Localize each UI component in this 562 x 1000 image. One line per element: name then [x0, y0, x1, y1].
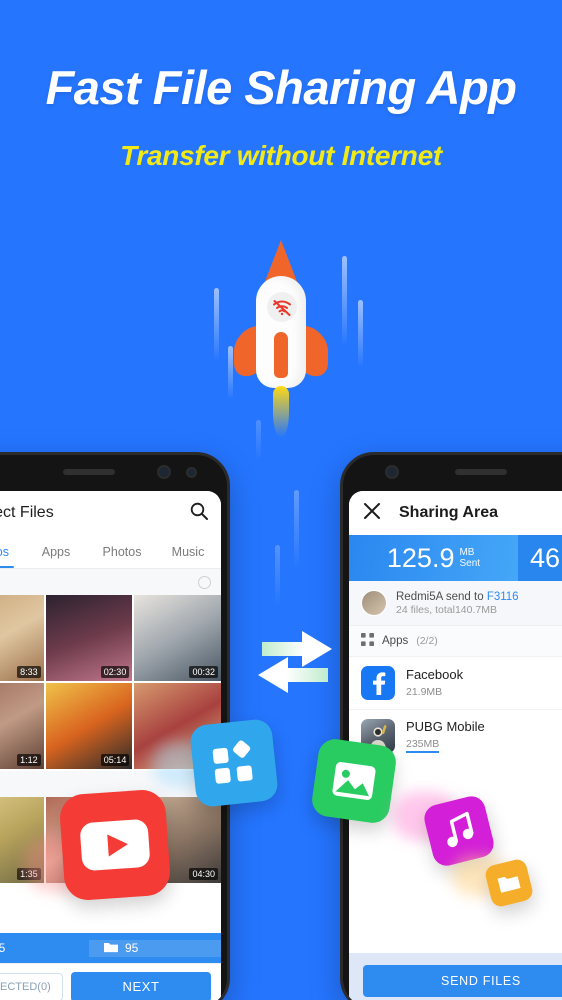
earpiece-speaker [455, 469, 507, 475]
video-duration: 04:30 [189, 868, 218, 880]
page-subtitle: Transfer without Internet [120, 140, 442, 171]
tab-apps[interactable]: Apps [23, 535, 89, 568]
phone-notch [343, 455, 562, 491]
rocket-illustration [231, 240, 331, 438]
peer-line-1: Redmi5A send to F3116 [396, 591, 519, 603]
peer-receiver: F3116 [486, 590, 519, 603]
right-screen-title: Sharing Area [399, 504, 498, 521]
iris-sensor [186, 467, 197, 478]
left-counter-bar: 95 95 [0, 933, 221, 963]
tab-photos[interactable]: Photos [89, 535, 155, 568]
stat-sent: 125.9 MB Sent [349, 535, 518, 581]
tab-music[interactable]: Music [155, 535, 221, 568]
video-section-header-1 [0, 569, 221, 595]
counter-files: 95 [89, 939, 221, 957]
close-icon[interactable] [363, 502, 381, 525]
folder-icon [103, 940, 119, 957]
speed-line [358, 300, 363, 366]
peer-text: Redmi5A send to F3116 24 files, total140… [396, 591, 519, 616]
app-size: 21.9MB [406, 685, 443, 698]
two-way-arrows-icon [252, 620, 338, 706]
app-name: PUBG Mobile [406, 719, 485, 734]
stat-sent-unit: MB Sent [459, 547, 480, 570]
avatar [361, 590, 387, 616]
video-grid-row-1: 8:33 02:30 00:32 [0, 595, 221, 681]
list-item[interactable]: Facebook 21.9MB [349, 656, 562, 709]
send-files-button[interactable]: SEND FILES [363, 965, 562, 997]
video-thumb[interactable]: 8:33 [0, 595, 44, 681]
peer-connector: send to [445, 590, 484, 603]
phone-notch [0, 455, 227, 491]
peer-sender: Redmi5A [396, 590, 443, 603]
right-bottom-bar: SEND FILES [349, 953, 562, 1000]
rocket-center-fin [274, 332, 288, 378]
counter-duration: 95 [0, 939, 89, 957]
stat-secondary: 46 [517, 535, 562, 581]
section-select-all-checkbox-1[interactable] [198, 575, 211, 589]
stat-sent-unit-line1: MB [459, 546, 475, 558]
left-screen-title: Select Files [0, 504, 54, 521]
left-appbar: Select Files [0, 491, 221, 535]
no-wifi-icon [267, 292, 297, 322]
speed-line [214, 288, 219, 360]
speed-line [256, 420, 261, 460]
stat-secondary-value: 46 [529, 542, 560, 573]
app-size: 235MB [406, 738, 440, 753]
rocket-flame [273, 386, 289, 438]
left-bottom-bar: SELECTED(0) NEXT [0, 963, 221, 1000]
category-label: Apps [382, 635, 409, 647]
video-icon [58, 788, 172, 902]
phone-left: Select Files Videos Apps Photos Music [0, 452, 230, 1000]
list-item-text: Facebook 21.9MB [406, 667, 463, 700]
earpiece-speaker [63, 469, 115, 475]
category-row-apps: Apps (2/2) [349, 625, 562, 656]
tab-music-label: Music [171, 544, 205, 559]
transfer-stats-bar: 125.9 MB Sent 46 [349, 535, 562, 581]
video-thumb[interactable]: 02:30 [45, 595, 133, 681]
phone-right: Sharing Area 125.9 MB Sent 46 Redmi5A se… [340, 452, 562, 1000]
tab-apps-label: Apps [41, 544, 71, 559]
list-item-text: PUBG Mobile 235MB [406, 719, 485, 753]
tab-videos-label: Videos [0, 544, 9, 559]
stat-sent-value: 125.9 [386, 542, 455, 573]
peer-info-row: Redmi5A send to F3116 24 files, total140… [349, 581, 562, 625]
video-duration: 1:12 [17, 754, 41, 766]
photos-icon [309, 736, 399, 826]
video-thumb[interactable]: 1:12 [0, 683, 44, 769]
apps-grid-icon [361, 633, 374, 649]
front-camera [157, 465, 171, 479]
peer-detail: 24 files, total140.7MB [396, 603, 497, 616]
video-duration: 8:33 [17, 666, 41, 678]
video-duration: 05:14 [100, 754, 130, 766]
front-camera [385, 465, 399, 479]
left-tabs: Videos Apps Photos Music [0, 535, 221, 569]
speed-line [342, 256, 347, 344]
tab-photos-label: Photos [102, 544, 142, 559]
selected-count-button[interactable]: SELECTED(0) [0, 972, 63, 1000]
video-thumb[interactable]: 00:32 [134, 595, 221, 681]
speed-line [294, 490, 299, 568]
search-icon[interactable] [189, 501, 209, 526]
apps-icon [188, 717, 280, 809]
promo-banner: Fast File Sharing App Transfer without I… [0, 0, 562, 1000]
counter-duration-value: 95 [0, 941, 5, 955]
category-count: (2/2) [416, 635, 438, 647]
page-title: Fast File Sharing App [45, 61, 517, 114]
video-duration: 00:32 [189, 666, 218, 678]
stat-sent-unit-line2: Sent [459, 558, 481, 569]
facebook-icon [361, 666, 395, 700]
app-name: Facebook [406, 666, 464, 682]
tab-videos[interactable]: Videos [0, 535, 23, 568]
video-duration: 02:30 [100, 666, 130, 678]
counter-files-value: 95 [125, 941, 139, 955]
speed-line [275, 545, 280, 605]
video-thumb[interactable]: 05:14 [45, 683, 133, 769]
right-appbar: Sharing Area [349, 491, 562, 535]
next-button[interactable]: NEXT [71, 971, 211, 1000]
